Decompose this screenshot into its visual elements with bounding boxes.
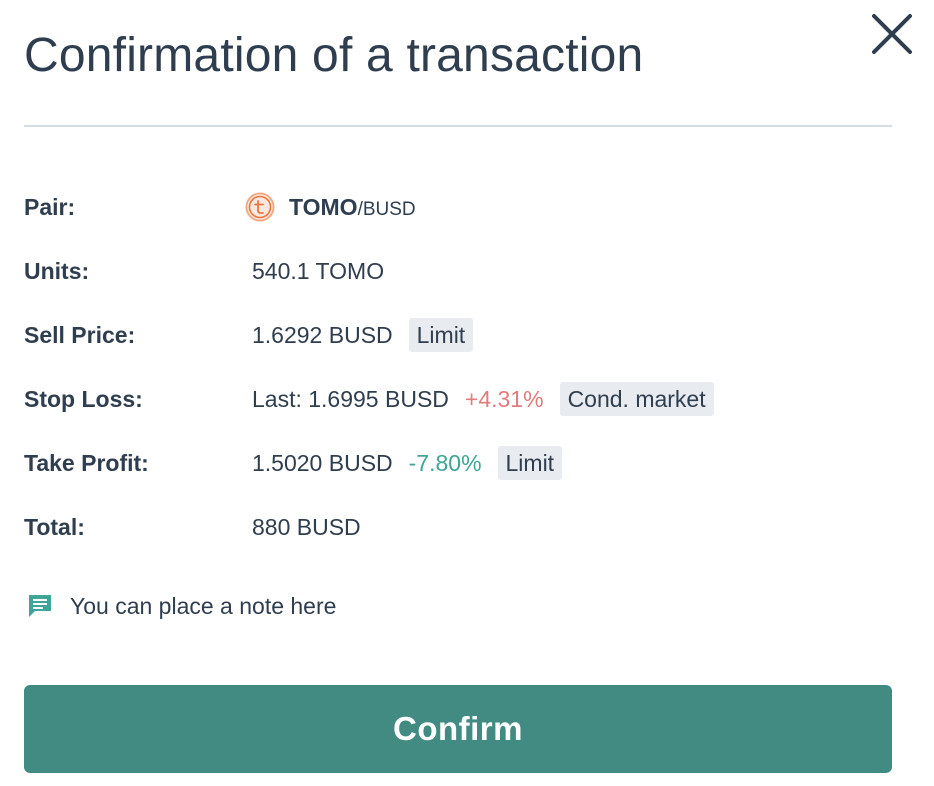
pair-label: Pair: [24, 193, 76, 220]
sell-price-order-type-badge: Limit [408, 318, 474, 352]
units-value: 540.1 TOMO [252, 257, 385, 284]
stop-loss-label: Stop Loss: [24, 385, 143, 412]
total-label: Total: [24, 513, 85, 540]
take-profit-change: -7.80% [408, 449, 482, 476]
take-profit-label: Take Profit: [24, 449, 149, 476]
close-icon [872, 14, 912, 54]
stop-loss-row: Stop Loss: Last: 1.6995 BUSD +4.31% Cond… [24, 379, 892, 419]
add-note-link[interactable]: You can place a note here [26, 592, 336, 620]
pair-value: TOMO /BUSD [245, 191, 416, 223]
confirmation-modal: Confirmation of a transaction Pair: TOMO… [0, 0, 934, 786]
stop-loss-value: Last: 1.6995 BUSD [252, 385, 449, 412]
modal-title: Confirmation of a transaction [24, 29, 644, 82]
take-profit-row: Take Profit: 1.5020 BUSD -7.80% Limit [24, 443, 892, 483]
sell-price-label: Sell Price: [24, 321, 136, 348]
comment-icon [29, 595, 51, 617]
stop-loss-value-group: Last: 1.6995 BUSD +4.31% Cond. market [252, 382, 714, 416]
tomo-coin-icon [245, 192, 275, 222]
note-text: You can place a note here [70, 592, 337, 619]
total-row: Total: 880 BUSD [24, 507, 892, 547]
sell-price-value: 1.6292 BUSD [252, 321, 393, 348]
take-profit-value: 1.5020 BUSD [252, 449, 393, 476]
title-divider [24, 125, 892, 127]
units-label: Units: [24, 257, 90, 284]
close-button[interactable] [868, 10, 916, 58]
pair-base: TOMO [289, 193, 358, 220]
stop-loss-change: +4.31% [464, 385, 544, 412]
take-profit-order-type-badge: Limit [497, 446, 563, 480]
sell-price-value-group: 1.6292 BUSD Limit [252, 318, 474, 352]
stop-loss-order-type-badge: Cond. market [559, 382, 714, 416]
confirm-button[interactable]: Confirm [24, 685, 892, 773]
pair-row: Pair: TOMO /BUSD [24, 187, 892, 227]
sell-price-row: Sell Price: 1.6292 BUSD Limit [24, 315, 892, 355]
total-value: 880 BUSD [252, 513, 361, 540]
units-row: Units: 540.1 TOMO [24, 251, 892, 291]
pair-symbol: TOMO /BUSD [289, 194, 416, 221]
pair-quote: /BUSD [357, 198, 416, 220]
take-profit-value-group: 1.5020 BUSD -7.80% Limit [252, 446, 563, 480]
